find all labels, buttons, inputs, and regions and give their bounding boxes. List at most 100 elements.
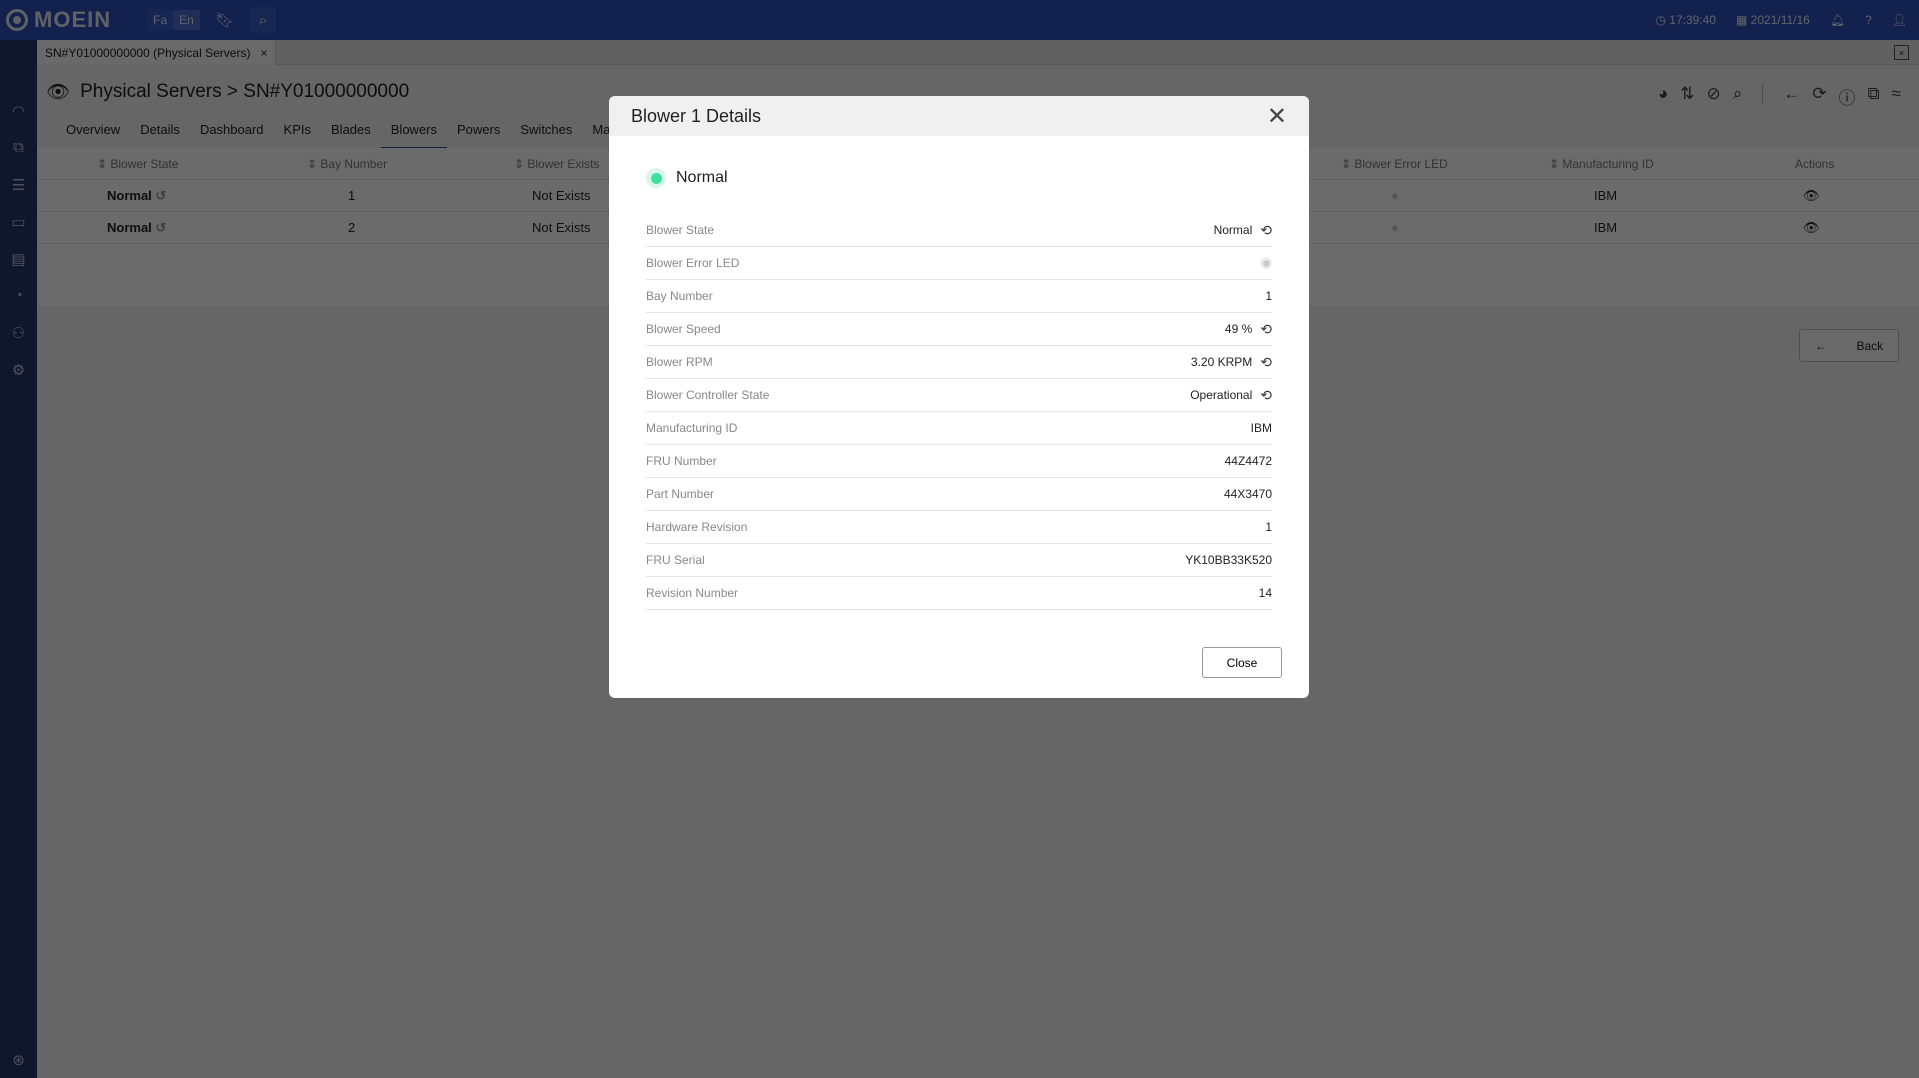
tab-details[interactable]: Details xyxy=(140,120,180,149)
detail-label: Manufacturing ID xyxy=(646,421,738,435)
modal-header: Blower 1 Details ✕ xyxy=(609,96,1309,136)
header-label: Blower Error LED xyxy=(1354,156,1448,171)
search-icon[interactable]: ⌕ xyxy=(1733,84,1743,109)
copy-icon[interactable]: ⧉ xyxy=(1868,84,1880,109)
hierarchy-icon[interactable]: ⧉ xyxy=(0,129,37,166)
nav-tabs: Overview Details Dashboard KPIs Blades B… xyxy=(66,120,639,149)
clock: ◷ 17:39:40 xyxy=(1655,13,1716,27)
back-button[interactable]: ← Back xyxy=(1799,329,1899,362)
toolbar: ◕ ⇅ ⊘ ⌕ ← ⟳ ⓘ ⧉ ≈ xyxy=(1658,84,1901,109)
detail-row: Blower State Normal ⟲ xyxy=(646,214,1272,247)
logo-text: MOEIN xyxy=(34,7,112,32)
view-eye-icon[interactable]: 👁︎ xyxy=(1803,220,1820,236)
back-arrow-icon[interactable]: ← xyxy=(1783,84,1800,109)
detail-label: FRU Number xyxy=(646,454,717,468)
lang-fa[interactable]: Fa xyxy=(147,10,173,30)
detail-label: Blower State xyxy=(646,223,715,237)
tab-switches[interactable]: Switches xyxy=(520,120,572,149)
user-icon[interactable]: 👤︎ xyxy=(1892,13,1907,27)
detail-label: Blower RPM xyxy=(646,355,713,369)
refresh-icon[interactable]: ⟳ xyxy=(1812,84,1826,109)
dashboard-icon[interactable]: ◠ xyxy=(0,92,37,129)
detail-row: Part Number 44X3470 xyxy=(646,478,1272,511)
help-icon[interactable]: ? xyxy=(1865,13,1872,27)
tab-blowers[interactable]: Blowers xyxy=(380,120,448,149)
cell-exists: Not Exists xyxy=(532,188,591,203)
history-icon[interactable]: ⟲ xyxy=(1260,387,1272,404)
close-button[interactable]: Close xyxy=(1202,647,1282,678)
view-eye-icon[interactable]: 👁︎ xyxy=(1803,188,1820,204)
col-actions: Actions xyxy=(1795,156,1835,171)
close-all-tabs-icon[interactable]: × xyxy=(1894,45,1909,60)
history-icon[interactable]: ↺ xyxy=(155,220,166,235)
logo-icon xyxy=(6,9,28,31)
header-label: Blower State xyxy=(110,156,179,171)
database-icon[interactable]: ☰ xyxy=(0,166,37,203)
info-icon[interactable]: ⓘ xyxy=(1839,84,1856,109)
history-icon[interactable]: ⟲ xyxy=(1260,222,1272,239)
detail-label: Part Number xyxy=(646,487,715,501)
detail-value: IBM xyxy=(1251,421,1272,435)
graph-icon[interactable]: ≈ xyxy=(1892,84,1901,109)
col-blower-exists[interactable]: ⇕ Blower Exists xyxy=(514,157,599,171)
top-bar: MOEIN Fa En 🔖︎ ⌕ ◷ 17:39:40 ▦ 2021/11/16 … xyxy=(0,0,1919,40)
detail-value xyxy=(1260,257,1272,269)
tab-blades[interactable]: Blades xyxy=(331,120,371,149)
value-text: 1 xyxy=(1265,289,1272,303)
back-label: Back xyxy=(1856,338,1884,353)
clear-filter-icon[interactable]: ⊘ xyxy=(1706,84,1720,109)
detail-row: Blower Error LED xyxy=(646,247,1272,280)
detail-value: 14 xyxy=(1259,586,1272,600)
col-blower-error-led[interactable]: ⇕ Blower Error LED xyxy=(1341,157,1448,171)
detail-value: 1 xyxy=(1265,289,1272,303)
value-text: 44X3470 xyxy=(1223,487,1272,501)
detail-row: Revision Number 14 xyxy=(646,577,1272,610)
col-blower-state[interactable]: ⇕ Blower State xyxy=(97,157,178,171)
detail-row: Manufacturing ID IBM xyxy=(646,412,1272,445)
value-text: IBM xyxy=(1250,421,1272,435)
detail-label: Bay Number xyxy=(646,289,713,303)
chart-icon[interactable]: ◕ xyxy=(1658,84,1668,109)
collapse-icon[interactable]: ⊛ xyxy=(0,1041,37,1078)
detail-value: Operational ⟲ xyxy=(1190,387,1272,404)
led-indicator xyxy=(1260,257,1272,269)
close-icon[interactable]: ✕ xyxy=(1267,102,1287,131)
detail-value: 1 xyxy=(1265,520,1272,534)
cell-state: Normal ↺ xyxy=(107,188,166,204)
detail-row: Hardware Revision 1 xyxy=(646,511,1272,544)
sort-icon[interactable]: ⇅ xyxy=(1680,84,1694,109)
monitor-icon[interactable]: ▭ xyxy=(0,203,37,240)
page-title: 👁︎ Physical Servers > SN#Y01000000000 xyxy=(46,80,409,104)
close-icon[interactable]: × xyxy=(260,46,267,60)
search-icon[interactable]: ⌕ xyxy=(249,7,276,33)
bell-icon[interactable]: ◔ xyxy=(0,277,37,314)
col-bay-number[interactable]: ⇕ Bay Number xyxy=(307,157,387,171)
bookmark-icon[interactable]: 🔖︎ xyxy=(212,7,238,33)
cell-mfg: IBM xyxy=(1594,188,1618,203)
clipboard-icon[interactable]: ▤ xyxy=(0,240,37,277)
doc-tab[interactable]: SN#Y01000000000 (Physical Servers) × xyxy=(37,40,277,65)
users-icon[interactable]: ⚇ xyxy=(0,314,37,351)
tab-overview[interactable]: Overview xyxy=(66,120,120,149)
detail-label: Revision Number xyxy=(646,586,739,600)
history-icon[interactable]: ↺ xyxy=(155,188,166,203)
tab-powers[interactable]: Powers xyxy=(457,120,500,149)
detail-label: Hardware Revision xyxy=(646,520,748,534)
detail-value: 3.20 KRPM ⟲ xyxy=(1191,354,1272,371)
header-label: Bay Number xyxy=(320,156,388,171)
cell-state: Normal ↺ xyxy=(107,220,166,236)
led-indicator: ● xyxy=(1391,220,1399,235)
value-text: 3.20 KRPM xyxy=(1190,355,1253,369)
doc-tab-label: SN#Y01000000000 (Physical Servers) xyxy=(45,45,251,60)
state-text: Normal xyxy=(107,187,152,203)
status-text: Normal xyxy=(676,169,728,186)
tab-dashboard[interactable]: Dashboard xyxy=(200,120,264,149)
settings-icon[interactable]: ⚙ xyxy=(0,351,37,388)
bell-icon[interactable]: 🔔︎ xyxy=(1830,13,1845,27)
lang-en[interactable]: En xyxy=(173,10,200,30)
value-text: Normal xyxy=(1213,223,1253,237)
tab-kpis[interactable]: KPIs xyxy=(284,120,311,149)
col-manufacturing-id[interactable]: ⇕ Manufacturing ID xyxy=(1549,157,1654,171)
history-icon[interactable]: ⟲ xyxy=(1260,354,1272,371)
history-icon[interactable]: ⟲ xyxy=(1260,321,1272,338)
